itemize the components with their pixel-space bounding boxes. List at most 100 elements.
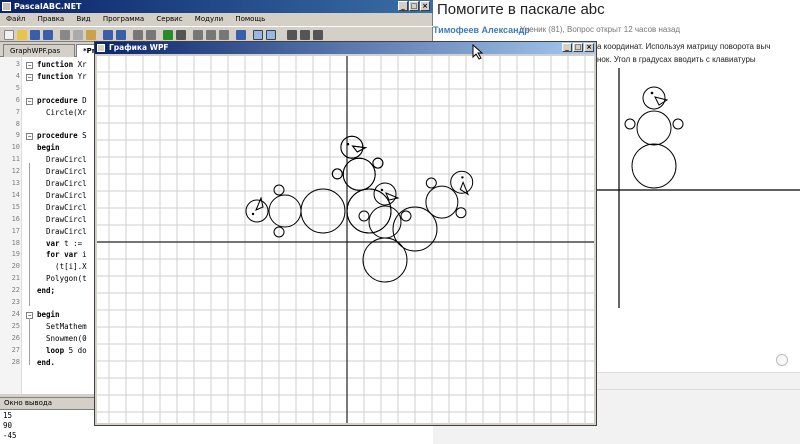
snowman-figure <box>624 86 684 189</box>
question-text-line: нок. Угол в градусах вводить с клавиатур… <box>597 55 756 64</box>
line-number: 5 <box>15 83 20 92</box>
menu-modules[interactable]: Модули <box>190 13 228 26</box>
fold-toggle-icon[interactable]: − <box>26 97 33 105</box>
minimize-button[interactable]: _ <box>398 1 408 11</box>
uncomment-icon[interactable] <box>313 30 323 40</box>
app-icon <box>2 2 11 11</box>
save-all-icon[interactable] <box>43 30 53 40</box>
line-number: 23 <box>11 298 20 306</box>
snowman-eye <box>650 91 654 95</box>
code-line: SetMathem <box>37 321 87 331</box>
copy-icon[interactable] <box>73 30 83 40</box>
menu-edit[interactable]: Правка <box>33 13 70 26</box>
fold-guide <box>29 317 30 366</box>
undo-icon[interactable] <box>103 30 113 40</box>
mouse-cursor-icon <box>472 44 484 60</box>
menu-file[interactable]: Файл <box>0 13 30 26</box>
wpf-close-button[interactable]: × <box>584 43 594 52</box>
fold-toggle-icon[interactable]: − <box>26 62 33 69</box>
redo-icon[interactable] <box>116 30 126 40</box>
output-panel-title: Окно вывода <box>4 399 53 407</box>
line-number: 19 <box>11 250 20 259</box>
wpf-title-text: Графика WPF <box>109 43 169 52</box>
run-icon[interactable] <box>163 30 173 40</box>
comment-icon[interactable] <box>300 30 310 40</box>
layout-2-icon[interactable] <box>266 30 276 40</box>
menu-bar: Файл Правка Вид Программа Сервис Модули … <box>0 13 433 26</box>
code-line: DrawCircl <box>37 202 87 212</box>
graphics-svg <box>97 56 594 423</box>
menu-view[interactable]: Вид <box>71 13 95 26</box>
maximize-button[interactable]: □ <box>409 1 419 11</box>
compile-icon[interactable] <box>133 30 143 40</box>
toolbar <box>0 26 433 42</box>
line-number: 12 <box>11 167 20 176</box>
attached-image <box>596 68 800 308</box>
code-line: begin <box>37 143 60 153</box>
line-number: 6 <box>15 95 20 104</box>
author-link[interactable]: Тимофеев Александр <box>433 25 530 35</box>
output-line: 15 <box>3 411 13 420</box>
snowman-head <box>373 182 397 206</box>
tab-graphwpf[interactable]: GraphWPF.pas <box>3 44 75 57</box>
code-line: var t := <box>46 238 83 248</box>
line-number: 15 <box>11 202 20 211</box>
line-number: 24 <box>11 309 20 318</box>
line-number: 9 <box>15 131 20 140</box>
menu-program[interactable]: Программа <box>98 13 149 26</box>
fold-toggle-icon[interactable]: − <box>26 73 33 81</box>
line-number: 11 <box>11 155 20 164</box>
snowman-body <box>346 188 392 234</box>
snowman-head <box>245 199 269 223</box>
wpf-maximize-button[interactable]: □ <box>573 43 583 52</box>
snowman-hand <box>425 177 437 189</box>
wpf-window-icon <box>97 44 105 52</box>
code-line: DrawCircl <box>37 155 87 165</box>
code-line: Snowmen(0 <box>37 333 87 343</box>
cut-icon[interactable] <box>60 30 70 40</box>
paste-icon[interactable] <box>86 30 96 40</box>
question-text-line: а координат. Используя матрицу поворота … <box>597 42 771 51</box>
code-line: DrawCircl <box>37 167 87 177</box>
snowman-eye <box>461 176 464 179</box>
output-line: 90 <box>3 421 13 430</box>
line-number: 8 <box>15 119 20 128</box>
step-over-icon[interactable] <box>219 30 229 40</box>
wpf-graphics-window[interactable]: Графика WPF _ □ × <box>94 41 597 426</box>
line-number: 28 <box>11 357 20 366</box>
step-icon[interactable] <box>193 30 203 40</box>
close-button[interactable]: × <box>420 1 430 11</box>
snowman-hand <box>455 207 467 219</box>
scroll-up-button[interactable] <box>776 354 788 366</box>
snowman-body <box>300 188 346 234</box>
debug-icon[interactable] <box>236 30 246 40</box>
wpf-minimize-button[interactable]: _ <box>562 43 572 52</box>
line-number: 10 <box>11 143 20 152</box>
format-icon[interactable] <box>287 30 297 40</box>
code-line: Circle(Xr <box>37 107 87 117</box>
code-line: begin <box>37 309 60 319</box>
code-line: (t[i].X <box>37 262 87 272</box>
new-file-icon[interactable] <box>4 30 14 40</box>
output-line: -45 <box>3 431 17 440</box>
line-number: 3 <box>15 60 20 68</box>
wpf-titlebar[interactable]: Графика WPF _ □ × <box>95 42 596 54</box>
line-number: 14 <box>11 190 20 199</box>
menu-service[interactable]: Сервис <box>151 13 187 26</box>
fold-toggle-icon[interactable]: − <box>26 133 33 141</box>
layout-icon[interactable] <box>253 30 263 40</box>
open-folder-icon[interactable] <box>17 30 27 40</box>
stop-icon[interactable] <box>176 30 186 40</box>
code-line: end; <box>37 286 56 296</box>
step-into-icon[interactable] <box>206 30 216 40</box>
code-line: procedure S <box>37 131 87 141</box>
graphics-canvas[interactable] <box>97 56 594 423</box>
code-line: DrawCircl <box>37 179 87 188</box>
code-line: Polygon(t <box>37 274 87 284</box>
save-icon[interactable] <box>30 30 40 40</box>
code-line: function Xr <box>37 60 87 69</box>
line-number: 25 <box>11 321 20 330</box>
build-icon[interactable] <box>146 30 156 40</box>
line-number: 4 <box>15 71 20 80</box>
menu-help[interactable]: Помощь <box>230 13 270 26</box>
